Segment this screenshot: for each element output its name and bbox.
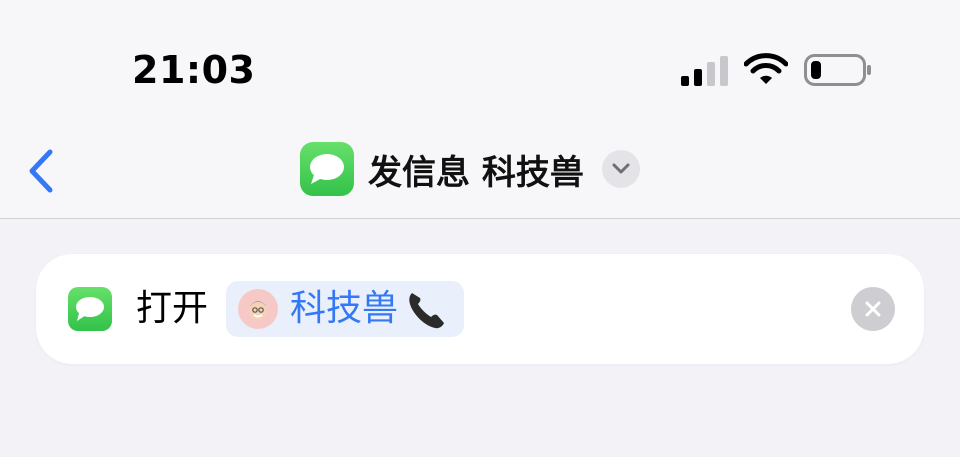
- contact-name: 科技兽: [290, 288, 399, 329]
- chevron-down-icon: [612, 163, 630, 174]
- chevron-left-icon: [29, 149, 53, 193]
- contact-token[interactable]: 科技兽: [226, 281, 465, 337]
- title-dropdown-button[interactable]: [601, 150, 640, 188]
- back-button[interactable]: [24, 148, 58, 194]
- clear-x-icon: [865, 301, 881, 317]
- cellular-signal-icon: [681, 56, 728, 86]
- nav-title: 发信息 科技兽: [368, 152, 584, 193]
- battery-icon: [804, 54, 871, 86]
- messages-icon: [300, 142, 354, 196]
- messages-icon: [68, 287, 112, 331]
- action-card[interactable]: 打开 科技兽: [36, 254, 924, 364]
- telephone-receiver-icon: [409, 293, 445, 329]
- wifi-icon: [744, 53, 788, 84]
- clear-button[interactable]: [851, 287, 895, 331]
- nav-title-group[interactable]: 发信息 科技兽: [300, 142, 640, 196]
- memoji-avatar-icon: [238, 289, 278, 329]
- status-time: 21:03: [132, 48, 256, 92]
- top-bar: 21:03 发信息 科技兽: [0, 0, 960, 219]
- action-verb: 打开: [136, 288, 209, 329]
